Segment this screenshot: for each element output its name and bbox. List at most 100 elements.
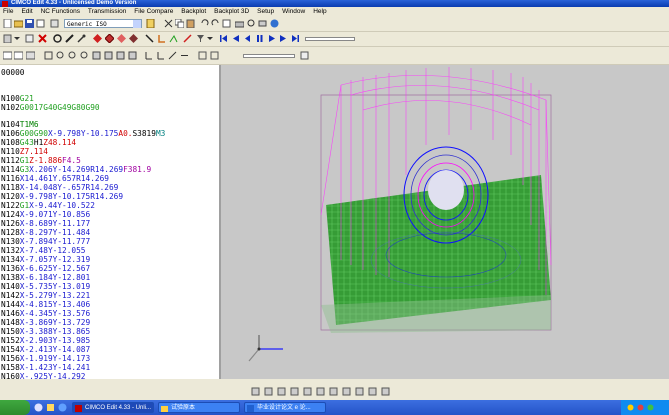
mark-icon[interactable] — [183, 34, 192, 43]
tool-icon[interactable] — [157, 34, 166, 43]
menu-transmission[interactable]: Transmission — [85, 7, 129, 17]
bp-solid-icon[interactable] — [316, 387, 325, 396]
zoom-extents-icon[interactable] — [44, 51, 53, 60]
menu-setup[interactable]: Setup — [254, 7, 277, 17]
copy-icon[interactable] — [175, 19, 184, 28]
step-back-icon[interactable] — [231, 34, 240, 43]
solid-box-icon[interactable] — [105, 34, 114, 43]
print-icon[interactable] — [235, 19, 244, 28]
view-iso-icon[interactable] — [92, 51, 101, 60]
print-preview-icon[interactable] — [36, 19, 45, 28]
skip-start-icon[interactable] — [219, 34, 228, 43]
toggle-icon[interactable] — [50, 19, 59, 28]
menu-window[interactable]: Window — [279, 7, 308, 17]
rotate-icon[interactable] — [53, 34, 62, 43]
dropdown-icon-2[interactable] — [206, 34, 215, 43]
bp-rapid-icon[interactable] — [290, 387, 299, 396]
backplot-3d-view[interactable] — [221, 65, 669, 379]
menu-backplot[interactable]: Backplot — [178, 7, 209, 17]
taskbar-item-folder[interactable]: 试验原本 — [158, 402, 240, 413]
bp-stock-icon[interactable] — [329, 387, 338, 396]
dropdown-icon[interactable] — [13, 34, 22, 43]
cut-icon[interactable] — [164, 19, 173, 28]
zoom-in-icon[interactable] — [56, 51, 65, 60]
window-icon[interactable] — [26, 51, 35, 60]
bp-export-icon[interactable] — [381, 387, 390, 396]
nc-line[interactable]: 00000 — [1, 68, 24, 77]
quicklaunch-icon-2[interactable] — [46, 403, 55, 412]
highlight-icon[interactable] — [169, 34, 178, 43]
nc-line[interactable]: N128X-8.297Y-11.484 — [1, 228, 90, 237]
menu-backplot-3d[interactable]: Backplot 3D — [211, 7, 252, 17]
setup-icon[interactable] — [146, 19, 155, 28]
undo-icon[interactable] — [200, 19, 209, 28]
replace-icon[interactable] — [258, 19, 267, 28]
nc-line[interactable]: N112G1Z-1.886F4.5 — [1, 156, 81, 165]
nc-line[interactable]: N114G3X.206Y-14.269R14.269F381.9 — [1, 165, 151, 174]
pause-icon[interactable] — [255, 34, 264, 43]
start-button[interactable] — [0, 400, 30, 415]
tray-icon-3[interactable] — [647, 404, 654, 411]
nc-line[interactable]: N104T1M6 — [1, 120, 39, 129]
corner-icon[interactable] — [156, 51, 165, 60]
bp-fixture-icon[interactable] — [342, 387, 351, 396]
nc-line[interactable]: N124X-9.071Y-10.856 — [1, 210, 90, 219]
tool-path-icon[interactable] — [145, 34, 154, 43]
brush-icon[interactable] — [77, 34, 86, 43]
nc-line[interactable]: N108G43H1Z48.114 — [1, 138, 76, 147]
bp-tool-icon[interactable] — [251, 387, 260, 396]
filter-icon[interactable] — [196, 34, 205, 43]
taskbar-item-word[interactable]: 毕业设计论文 e 论... — [244, 402, 326, 413]
editor-view-icon[interactable] — [14, 51, 23, 60]
renumber-icon[interactable] — [25, 34, 34, 43]
options-icon[interactable] — [300, 51, 309, 60]
wire-box-icon[interactable] — [117, 34, 126, 43]
bp-feed-icon[interactable] — [277, 387, 286, 396]
nc-line[interactable]: N126X-8.689Y-11.177 — [1, 219, 90, 228]
bp-arc-icon[interactable] — [303, 387, 312, 396]
axis-icon[interactable] — [144, 51, 153, 60]
view-top-icon[interactable] — [104, 51, 113, 60]
new-file-icon[interactable] — [3, 19, 12, 28]
nc-line[interactable]: N120X-9.798Y-10.175R14.269 — [1, 192, 123, 201]
zoom-out-icon[interactable] — [68, 51, 77, 60]
nc-line[interactable]: N154X-2.413Y-14.087 — [1, 345, 90, 354]
pen-icon[interactable] — [65, 34, 74, 43]
menu-edit[interactable]: Edit — [18, 7, 35, 17]
nc-line[interactable]: N134X-7.057Y-12.319 — [1, 255, 90, 264]
nc-line[interactable]: N140X-5.735Y-13.019 — [1, 282, 90, 291]
taskbar-item-cimco[interactable]: CIMCO Edit 4.33 - Unli... — [72, 402, 154, 413]
backplot-position-slider[interactable] — [243, 54, 295, 58]
back-icon[interactable] — [243, 34, 252, 43]
menu-nc-functions[interactable]: NC Functions — [38, 7, 83, 17]
menu-help[interactable]: Help — [310, 7, 329, 17]
paste-icon[interactable] — [186, 19, 195, 28]
menu-file[interactable]: File — [0, 7, 16, 17]
measure-icon[interactable] — [168, 51, 177, 60]
menu-file-compare[interactable]: File Compare — [131, 7, 176, 17]
find-icon[interactable] — [247, 19, 256, 28]
bp-move-icon[interactable] — [264, 387, 273, 396]
view-front-icon[interactable] — [116, 51, 125, 60]
nc-line[interactable]: N142X-5.279Y-13.221 — [1, 291, 90, 300]
nc-line[interactable]: N132X-7.48Y-12.055 — [1, 246, 86, 255]
nc-line[interactable]: N148X-3.869Y-13.729 — [1, 318, 90, 327]
nc-line[interactable]: N146X-4.345Y-13.576 — [1, 309, 90, 318]
machine-type-select[interactable]: Generic ISO — [64, 19, 142, 28]
clipboard-icon[interactable] — [3, 34, 12, 43]
step-forward-icon[interactable] — [279, 34, 288, 43]
nc-line[interactable]: N122G1X-9.44Y-10.522 — [1, 201, 95, 210]
view-side-icon[interactable] — [128, 51, 137, 60]
split-view-icon[interactable] — [3, 51, 12, 60]
nc-line[interactable]: N136X-6.625Y-12.567 — [1, 264, 90, 273]
nc-line[interactable]: N144X-4.815Y-13.406 — [1, 300, 90, 309]
delete-icon[interactable] — [38, 34, 47, 43]
nc-line[interactable]: N102G0017G40G49G80G90 — [1, 103, 100, 112]
bp-clear-icon[interactable] — [355, 387, 364, 396]
play-icon[interactable] — [267, 34, 276, 43]
zoom-window-icon[interactable] — [80, 51, 89, 60]
nc-line[interactable]: N100G21 — [1, 94, 34, 103]
chevron-down-icon[interactable] — [133, 20, 141, 28]
quicklaunch-icon-3[interactable] — [58, 403, 67, 412]
tray-icon-1[interactable] — [627, 404, 634, 411]
